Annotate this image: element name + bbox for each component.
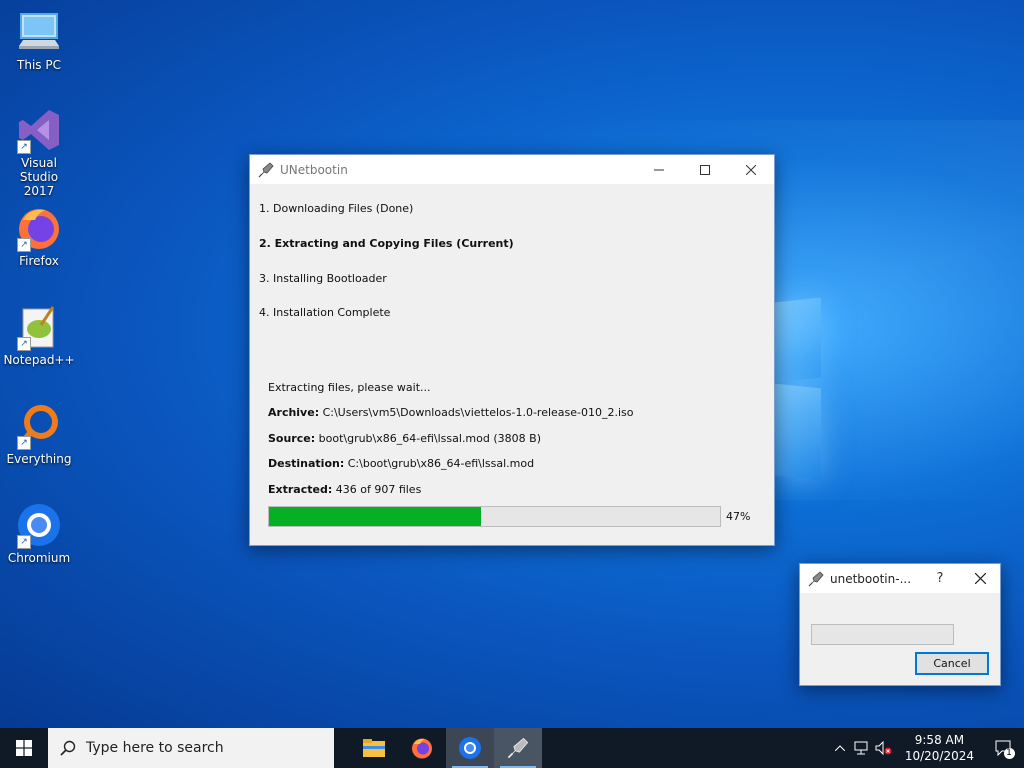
archive-label: Archive: (268, 406, 320, 419)
progress-fill (269, 507, 481, 526)
step-installing-bootloader: 3. Installing Bootloader (259, 272, 387, 285)
network-icon (854, 741, 868, 755)
source-label: Source: (268, 432, 316, 445)
search-placeholder: Type here to search (86, 740, 224, 756)
desktop-icon-label: Everything (6, 452, 72, 466)
notification-count: 1 (1003, 747, 1015, 759)
dialog-title: unetbootin-... (830, 571, 912, 586)
progress-bar (268, 506, 721, 527)
notepadpp-icon: ↗ (15, 303, 63, 351)
desktop-icon-chromium[interactable]: ↗ Chromium (1, 501, 77, 565)
maximize-icon (700, 164, 710, 175)
source-value: boot\grub\x86_64-efi\lssal.mod (3808 B) (315, 432, 541, 445)
desktop: This PC ↗ Visual Studio 2017 ↗ Firefox ↗… (0, 0, 1024, 728)
visual-studio-icon: ↗ (15, 106, 63, 154)
desktop-icon-label: Visual Studio 2017 (19, 156, 59, 198)
maximize-button[interactable] (682, 155, 728, 184)
unetbootin-icon (507, 737, 529, 759)
close-icon (974, 573, 986, 584)
show-hidden-icons-button[interactable] (829, 728, 851, 768)
wallpaper-logo-pane-tl (775, 297, 821, 383)
dialog-progress-bar (811, 624, 954, 645)
computer-icon (15, 8, 63, 56)
desktop-icon-label: Chromium (7, 551, 71, 565)
minimize-button[interactable] (636, 155, 682, 184)
cancel-button[interactable]: Cancel (915, 652, 989, 675)
close-button[interactable] (728, 155, 774, 184)
shortcut-arrow-icon: ↗ (17, 140, 31, 154)
dialog-titlebar[interactable]: unetbootin-... ? (800, 564, 1000, 593)
everything-icon: ↗ (15, 402, 63, 450)
window-title: UNetbootin (280, 162, 348, 177)
taskbar-chromium[interactable] (446, 728, 494, 768)
chevron-up-icon (834, 745, 845, 751)
wallpaper-logo-pane-bl (775, 383, 821, 481)
desktop-icon-label: Firefox (19, 254, 59, 268)
status-text: Extracting files, please wait... (268, 381, 431, 394)
clock-date: 10/20/2024 (904, 749, 974, 763)
destination-line: Destination: C:\boot\grub\x86_64-efi\lss… (268, 457, 534, 470)
chromium-icon: ↗ (15, 501, 63, 549)
progress-percent: 47% (726, 510, 751, 523)
destination-value: C:\boot\grub\x86_64-efi\lssal.mod (344, 457, 535, 470)
taskbar-firefox[interactable] (398, 728, 446, 768)
chromium-icon (459, 737, 481, 759)
extracted-label: Extracted: (268, 483, 333, 496)
taskbar-file-explorer[interactable] (350, 728, 398, 768)
close-icon (746, 164, 756, 175)
destination-label: Destination: (268, 457, 345, 470)
volume-muted-icon (875, 741, 892, 755)
desktop-icon-label: This PC (17, 58, 61, 72)
unetbootin-window: UNetbootin 1. Downloading Files (Done) 2… (249, 154, 775, 546)
firefox-icon: ↗ (15, 204, 63, 252)
clock[interactable]: 9:58 AM 10/20/2024 (895, 732, 984, 764)
desktop-icon-notepadpp[interactable]: ↗ Notepad++ (1, 303, 77, 367)
network-button[interactable] (851, 728, 873, 768)
extracted-line: Extracted: 436 of 907 files (268, 483, 421, 496)
desktop-icon-firefox[interactable]: ↗ Firefox (1, 204, 77, 268)
extracted-value: 436 of 907 files (332, 483, 422, 496)
shortcut-arrow-icon: ↗ (17, 337, 31, 351)
unetbootin-icon (808, 570, 824, 587)
shortcut-arrow-icon: ↗ (17, 535, 31, 549)
step-downloading: 1. Downloading Files (Done) (259, 202, 414, 215)
desktop-icon-label: Notepad++ (3, 353, 75, 367)
taskbar-search-box[interactable]: Type here to search (48, 728, 334, 768)
start-button[interactable] (0, 728, 48, 768)
step-extracting: 2. Extracting and Copying Files (Current… (259, 237, 514, 250)
unetbootin-dialog: unetbootin-... ? Cancel (799, 563, 1001, 686)
taskbar-unetbootin[interactable] (494, 728, 542, 768)
archive-line: Archive: C:\Users\vm5\Downloads\viettelo… (268, 406, 634, 419)
windows-logo-icon (16, 740, 32, 756)
system-tray: 9:58 AM 10/20/2024 1 (829, 728, 1024, 768)
search-icon (60, 740, 76, 756)
archive-value: C:\Users\vm5\Downloads\viettelos-1.0-rel… (319, 406, 634, 419)
taskbar: Type here to search 9:58 AM 10/20/2024 1 (0, 728, 1024, 768)
step-installation-complete: 4. Installation Complete (259, 306, 391, 319)
shortcut-arrow-icon: ↗ (17, 436, 31, 450)
desktop-icon-everything[interactable]: ↗ Everything (1, 402, 77, 466)
unetbootin-icon (258, 161, 274, 178)
desktop-icon-visual-studio[interactable]: ↗ Visual Studio 2017 (1, 106, 77, 198)
clock-time: 9:58 AM (914, 733, 965, 747)
file-explorer-icon (363, 739, 385, 757)
source-line: Source: boot\grub\x86_64-efi\lssal.mod (… (268, 432, 541, 445)
window-titlebar[interactable]: UNetbootin (250, 155, 774, 184)
close-button[interactable] (960, 564, 1000, 593)
help-button[interactable]: ? (920, 564, 960, 593)
shortcut-arrow-icon: ↗ (17, 238, 31, 252)
minimize-icon (654, 169, 664, 170)
firefox-icon (412, 738, 432, 759)
volume-button[interactable] (873, 728, 895, 768)
desktop-icon-this-pc[interactable]: This PC (1, 8, 77, 72)
notification-center-button[interactable]: 1 (984, 728, 1024, 768)
